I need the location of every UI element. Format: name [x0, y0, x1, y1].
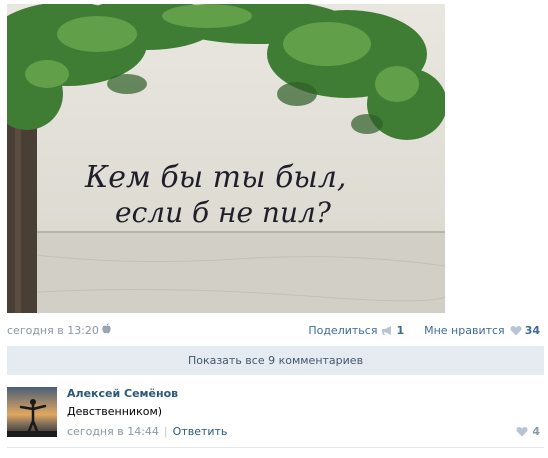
like-button-label[interactable]: Мне нравится	[424, 324, 505, 337]
graffiti-line-2: если б не пил?	[115, 196, 332, 229]
photo-graffiti-wall: Кем бы ты был, если б не пил?	[7, 4, 445, 313]
heart-icon[interactable]	[510, 325, 522, 336]
comment-text: Девственником)	[67, 405, 163, 418]
like-count: 34	[524, 323, 540, 337]
graffiti-line-1: Кем бы ты был,	[84, 160, 346, 195]
comment-author[interactable]: Алексей Семёнов	[67, 387, 178, 400]
comment-like-count: 4	[532, 425, 540, 438]
comment-footer: сегодня в 14:44 | Ответить	[67, 425, 227, 438]
share-count: 1	[396, 323, 405, 337]
divider	[7, 447, 544, 448]
reply-button[interactable]: Ответить	[173, 425, 228, 438]
comment-date[interactable]: сегодня в 14:44	[67, 425, 159, 438]
post-date[interactable]: сегодня в 13:20	[7, 324, 99, 337]
separator: |	[163, 425, 168, 438]
comment-item: Алексей Семёнов Девственником) сегодня в…	[7, 386, 544, 442]
comment-like-button[interactable]: 4	[516, 425, 540, 438]
apple-icon	[102, 323, 111, 337]
heart-icon	[516, 426, 528, 437]
share-button-label[interactable]: Поделиться	[308, 324, 377, 337]
post-meta-bar: сегодня в 13:20 Поделиться 1 Мне нравитс…	[7, 322, 540, 338]
show-all-comments-button[interactable]: Показать все 9 комментариев	[7, 346, 544, 375]
megaphone-icon[interactable]	[381, 325, 393, 336]
avatar[interactable]	[7, 387, 57, 437]
post-photo[interactable]: Кем бы ты был, если б не пил?	[7, 4, 445, 313]
